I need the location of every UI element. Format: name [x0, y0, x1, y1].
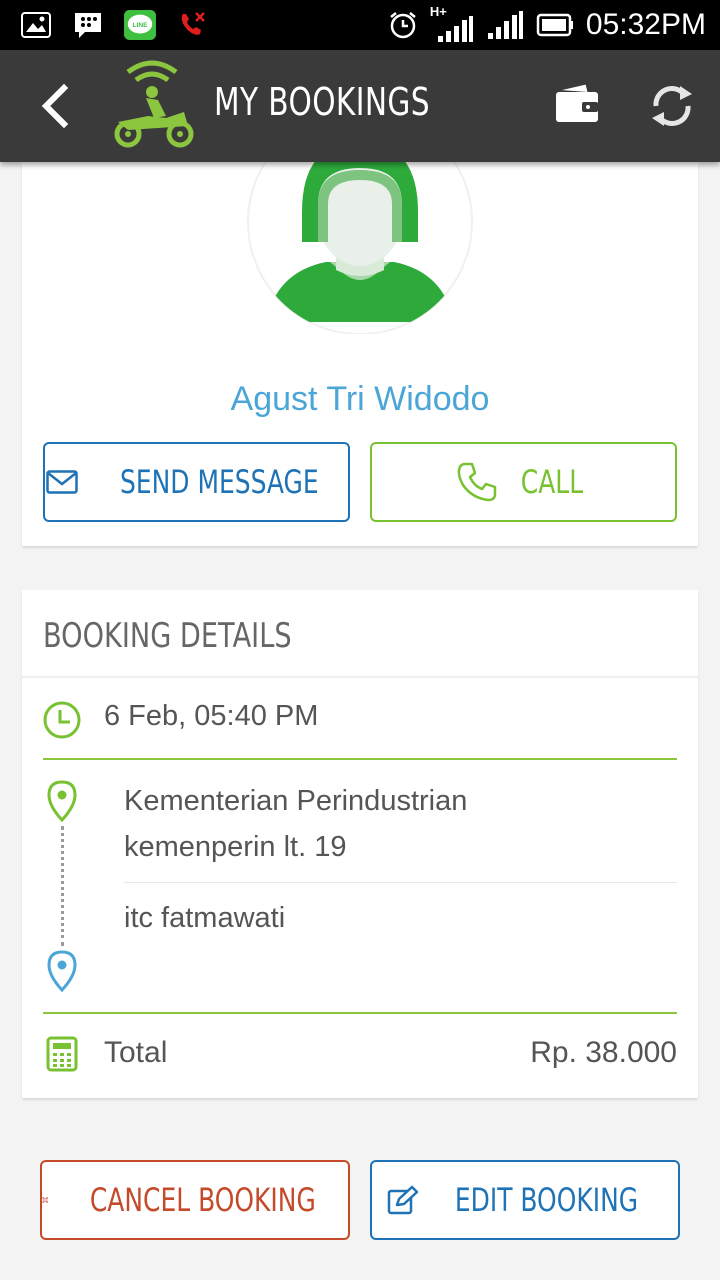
driver-card: Agust Tri Widodo SEND MESSAGE CALL	[22, 112, 698, 546]
cancel-booking-button[interactable]: CANCEL BOOKING	[40, 1160, 350, 1240]
back-arrow-icon[interactable]	[34, 82, 74, 130]
divider	[43, 1012, 677, 1014]
booking-details-card: BOOKING DETAILS 6 Feb, 05:40 PM Kementer…	[22, 590, 698, 1098]
phone-icon	[457, 462, 496, 502]
wallet-icon[interactable]	[552, 80, 602, 128]
total-label: Total	[104, 1036, 168, 1069]
cancel-x-icon	[42, 1197, 49, 1203]
driver-name: Agust Tri Widodo	[230, 380, 490, 418]
svg-text:LINE: LINE	[133, 22, 149, 29]
edit-booking-button[interactable]: EDIT BOOKING	[370, 1160, 680, 1240]
gojek-logo	[114, 60, 194, 148]
clock-time: 05:32PM	[585, 8, 706, 41]
battery-icon	[536, 13, 573, 37]
cancel-booking-label: CANCEL BOOKING	[90, 1181, 317, 1219]
call-label: CALL	[520, 463, 583, 501]
edit-icon	[387, 1185, 418, 1215]
pickup-address: Kementerian Perindustrian kemenperin lt.…	[124, 778, 467, 870]
clock-icon	[43, 701, 81, 739]
alarm-icon	[390, 12, 416, 39]
app-bar: MY BOOKINGS	[0, 50, 720, 162]
destination-address: itc fatmawati	[124, 902, 286, 934]
gallery-icon	[20, 10, 52, 40]
envelope-icon	[46, 470, 78, 494]
total-value: Rp. 38.000	[530, 1036, 677, 1069]
send-message-label: SEND MESSAGE	[120, 463, 319, 501]
booking-time: 6 Feb, 05:40 PM	[104, 700, 319, 732]
hplus-signal-icon: H+	[430, 4, 476, 42]
divider	[43, 758, 677, 760]
route-line	[61, 826, 64, 946]
line-icon: LINE	[124, 9, 156, 41]
call-button[interactable]: CALL	[370, 442, 677, 522]
booking-details-heading: BOOKING DETAILS	[43, 616, 292, 656]
destination-pin-icon	[47, 950, 77, 992]
bbm-icon	[72, 10, 104, 40]
calculator-icon	[46, 1036, 78, 1072]
refresh-icon[interactable]	[646, 80, 698, 132]
pickup-line-2: kemenperin lt. 19	[124, 831, 347, 863]
edit-booking-label: EDIT BOOKING	[454, 1181, 638, 1219]
page-title: MY BOOKINGS	[214, 80, 430, 124]
divider	[124, 882, 677, 883]
missed-call-icon	[176, 10, 208, 40]
divider	[22, 676, 698, 678]
pickup-line-1: Kementerian Perindustrian	[124, 785, 468, 817]
signal-icon	[487, 11, 523, 39]
status-bar: LINE H+ 05:32PM	[0, 0, 720, 50]
pickup-pin-icon	[47, 780, 77, 822]
send-message-button[interactable]: SEND MESSAGE	[43, 442, 350, 522]
